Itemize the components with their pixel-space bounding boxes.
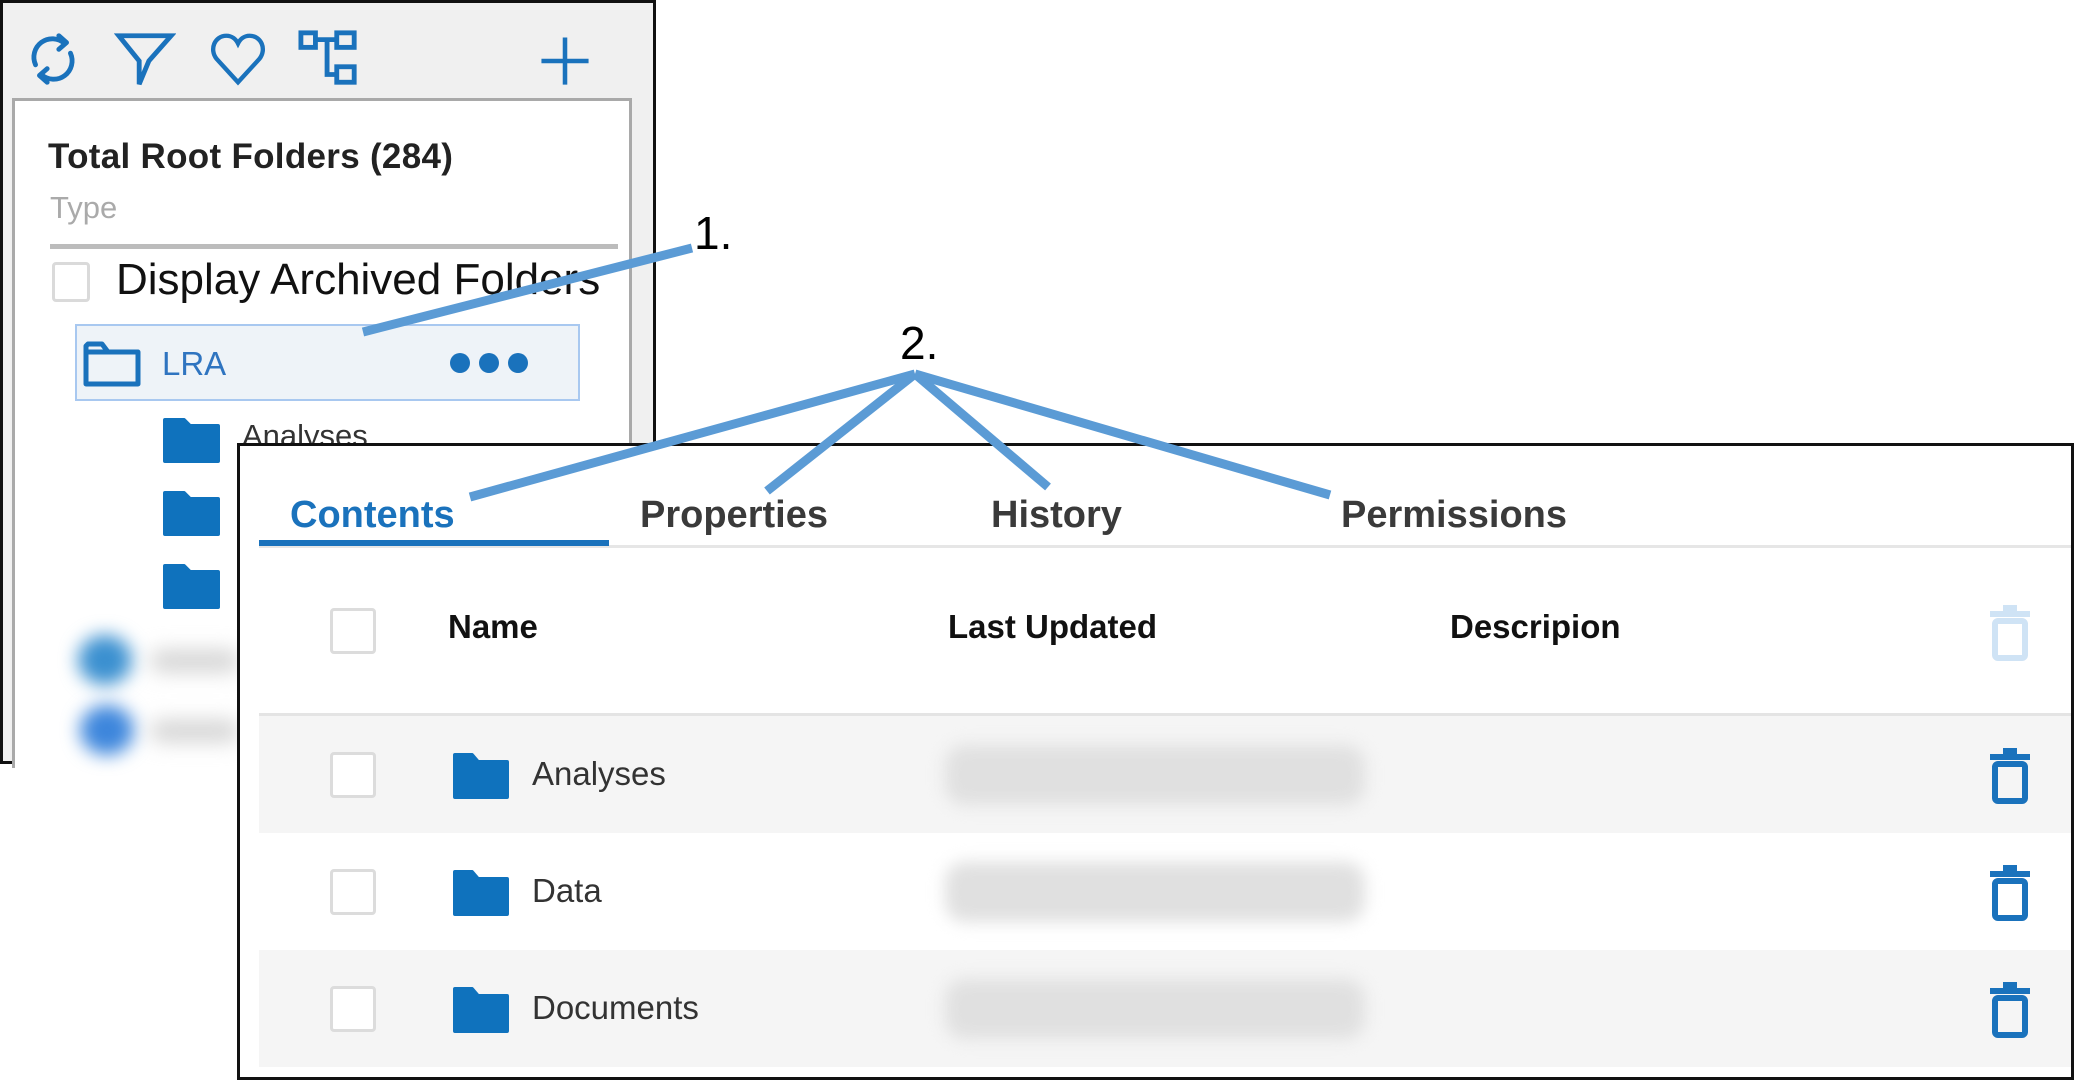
annotation-label-2: 2. [900, 317, 939, 369]
row-checkbox[interactable] [330, 986, 376, 1032]
blurred-folder-icon [78, 635, 132, 685]
row-name[interactable]: Documents [532, 989, 699, 1027]
display-archived-label[interactable]: Display Archived Folders [116, 255, 600, 305]
annotation-label-1: 1. [694, 207, 733, 259]
display-archived-checkbox[interactable] [52, 262, 90, 302]
total-root-folders-label: Total Root Folders (284) [48, 137, 454, 176]
trash-icon-disabled [1988, 604, 2032, 662]
folder-icon [452, 752, 510, 800]
select-all-checkbox[interactable] [330, 608, 376, 654]
tree-item-label: LRA [162, 345, 227, 382]
heart-icon[interactable] [207, 28, 269, 90]
folder-icon [452, 986, 510, 1034]
column-header-name[interactable]: Name [448, 608, 538, 646]
tab-properties[interactable]: Properties [640, 494, 828, 537]
trash-icon[interactable] [1988, 864, 2032, 922]
row-checkbox[interactable] [330, 752, 376, 798]
folder-icon [162, 490, 221, 537]
folder-icon [162, 563, 221, 610]
tab-contents[interactable]: Contents [290, 494, 455, 537]
hierarchy-icon[interactable] [298, 28, 360, 90]
refresh-icon[interactable] [22, 28, 84, 90]
row-checkbox[interactable] [330, 869, 376, 915]
active-tab-indicator [259, 540, 609, 546]
more-horizontal-icon[interactable] [448, 351, 530, 375]
tab-permissions[interactable]: Permissions [1341, 494, 1567, 537]
folder-outline-icon [82, 338, 142, 388]
blurred-folder-icon [80, 705, 134, 755]
column-header-description[interactable]: Descripion [1450, 608, 1621, 646]
blurred-folder-label [150, 650, 240, 672]
folder-icon [452, 869, 510, 917]
column-header-last-updated[interactable]: Last Updated [948, 608, 1157, 646]
tab-history[interactable]: History [991, 494, 1122, 537]
row-last-updated-redacted [945, 979, 1365, 1039]
filter-icon[interactable] [113, 28, 177, 90]
type-filter-input[interactable]: Type [50, 190, 117, 226]
row-name[interactable]: Analyses [532, 755, 666, 793]
folder-icon [162, 417, 221, 464]
trash-icon[interactable] [1988, 747, 2032, 805]
type-input-underline [50, 244, 618, 249]
row-last-updated-redacted [945, 745, 1365, 805]
blurred-folder-label [150, 720, 240, 742]
row-name[interactable]: Data [532, 872, 602, 910]
plus-icon[interactable] [536, 32, 594, 90]
trash-icon[interactable] [1988, 981, 2032, 1039]
row-last-updated-redacted [945, 862, 1365, 922]
